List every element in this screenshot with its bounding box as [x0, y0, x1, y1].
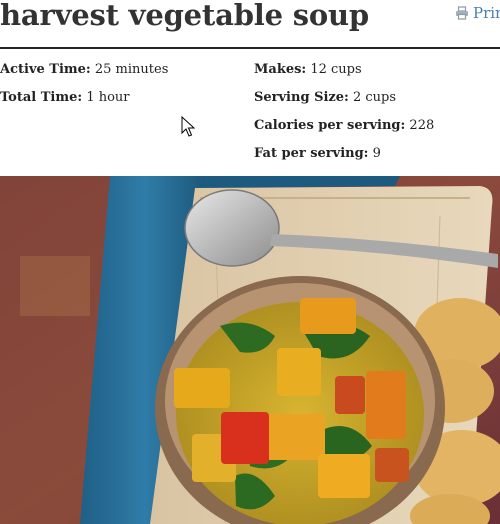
print-button[interactable]: Prin	[455, 4, 500, 22]
makes-label: Makes:	[254, 62, 307, 77]
soup-photo	[0, 176, 500, 524]
active-time-label: Active Time:	[0, 62, 91, 77]
calories-row: Calories per serving: 228	[254, 118, 434, 146]
recipe-header: harvest vegetable soup Prin	[0, 0, 500, 49]
serving-size-value: 2 cups	[348, 90, 397, 105]
total-time-value: 1 hour	[82, 90, 130, 105]
recipe-times: Active Time: 25 minutes Total Time: 1 ho…	[0, 62, 168, 118]
fat-value: 9	[368, 146, 381, 161]
active-time-row: Active Time: 25 minutes	[0, 62, 168, 90]
fat-label: Fat per serving:	[254, 146, 369, 161]
total-time-row: Total Time: 1 hour	[0, 90, 168, 118]
serving-size-row: Serving Size: 2 cups	[254, 90, 434, 118]
fat-row: Fat per serving: 9	[254, 146, 434, 174]
makes-value: 12 cups	[306, 62, 362, 77]
active-time-value: 25 minutes	[90, 62, 169, 77]
calories-value: 228	[405, 118, 435, 133]
recipe-yield: Makes: 12 cups Serving Size: 2 cups Calo…	[254, 62, 434, 174]
print-label[interactable]: Prin	[473, 4, 500, 22]
recipe-title: harvest vegetable soup	[0, 0, 369, 32]
serving-size-label: Serving Size:	[254, 90, 349, 105]
makes-row: Makes: 12 cups	[254, 62, 434, 90]
calories-label: Calories per serving:	[254, 118, 406, 133]
printer-icon[interactable]	[455, 6, 469, 20]
mouse-pointer-icon	[181, 115, 196, 138]
total-time-label: Total Time:	[0, 90, 83, 105]
